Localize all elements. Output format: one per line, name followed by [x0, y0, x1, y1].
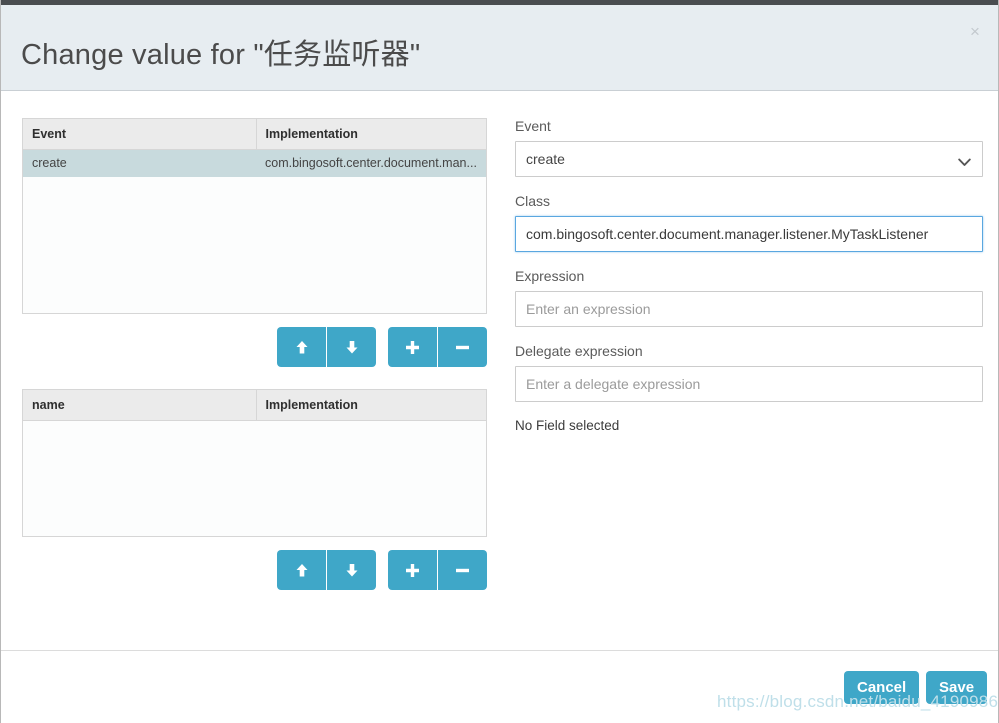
minus-icon: [438, 563, 487, 578]
minus-icon: [438, 340, 487, 355]
arrow-up-icon: [277, 340, 326, 355]
fields-add-button[interactable]: [388, 550, 437, 590]
cell-event: create: [23, 149, 256, 177]
listener-add-button[interactable]: [388, 327, 437, 367]
left-panel: Event Implementation create com.bingosof…: [22, 118, 487, 592]
arrow-down-icon: [327, 563, 376, 578]
delegate-expression-field-group: Delegate expression: [515, 343, 983, 402]
right-panel: Event create Class Expression: [515, 118, 983, 433]
listener-move-down-button[interactable]: [327, 327, 376, 367]
watermark: https://blog.csdn.net/baidu_41909866: [717, 692, 999, 711]
column-header-name: name: [23, 390, 257, 421]
fields-table[interactable]: name Implementation: [22, 389, 487, 537]
expression-input[interactable]: [515, 291, 983, 327]
arrow-up-icon: [277, 563, 326, 578]
event-label: Event: [515, 118, 551, 134]
fields-addremove-group: [388, 550, 487, 592]
listener-table[interactable]: Event Implementation create com.bingosof…: [22, 118, 487, 314]
listener-move-up-button[interactable]: [277, 327, 326, 367]
fields-move-down-button[interactable]: [327, 550, 376, 590]
close-icon[interactable]: ×: [964, 21, 986, 43]
dialog-footer: Cancel Save: [1, 650, 998, 723]
listener-addremove-group: [388, 327, 487, 369]
listener-table-actions: [22, 327, 487, 369]
column-header-implementation: Implementation: [256, 390, 486, 421]
fields-table-actions: [22, 550, 487, 592]
no-field-selected-note: No Field selected: [515, 418, 620, 433]
delegate-expression-input[interactable]: [515, 366, 983, 402]
delegate-expression-label: Delegate expression: [515, 343, 643, 359]
dialog-header: Change value for "任务监听器" ×: [1, 5, 998, 91]
cell-implementation: com.bingosoft.center.document.man...: [256, 149, 486, 177]
fields-move-group: [277, 550, 376, 592]
plus-icon: [388, 340, 437, 355]
fields-move-up-button[interactable]: [277, 550, 326, 590]
plus-icon: [388, 563, 437, 578]
column-header-implementation: Implementation: [256, 119, 486, 150]
class-label: Class: [515, 193, 551, 209]
expression-label: Expression: [515, 268, 585, 284]
arrow-down-icon: [327, 340, 376, 355]
column-header-event: Event: [23, 119, 257, 150]
expression-field-group: Expression: [515, 268, 983, 327]
event-field-group: Event create: [515, 118, 983, 177]
dialog-body: Event Implementation create com.bingosof…: [1, 92, 998, 650]
event-select[interactable]: create: [515, 141, 983, 177]
class-field-group: Class: [515, 193, 983, 252]
fields-remove-button[interactable]: [438, 550, 487, 590]
change-value-dialog: Change value for "任务监听器" × Event Impleme…: [0, 0, 999, 723]
listener-move-group: [277, 327, 376, 369]
table-header-row: name Implementation: [23, 390, 486, 421]
listener-remove-button[interactable]: [438, 327, 487, 367]
table-row[interactable]: create com.bingosoft.center.document.man…: [23, 149, 486, 177]
class-input[interactable]: [515, 216, 983, 252]
table-header-row: Event Implementation: [23, 119, 486, 150]
event-select-wrap: create: [515, 141, 983, 177]
page-title: Change value for "任务监听器": [21, 39, 421, 71]
